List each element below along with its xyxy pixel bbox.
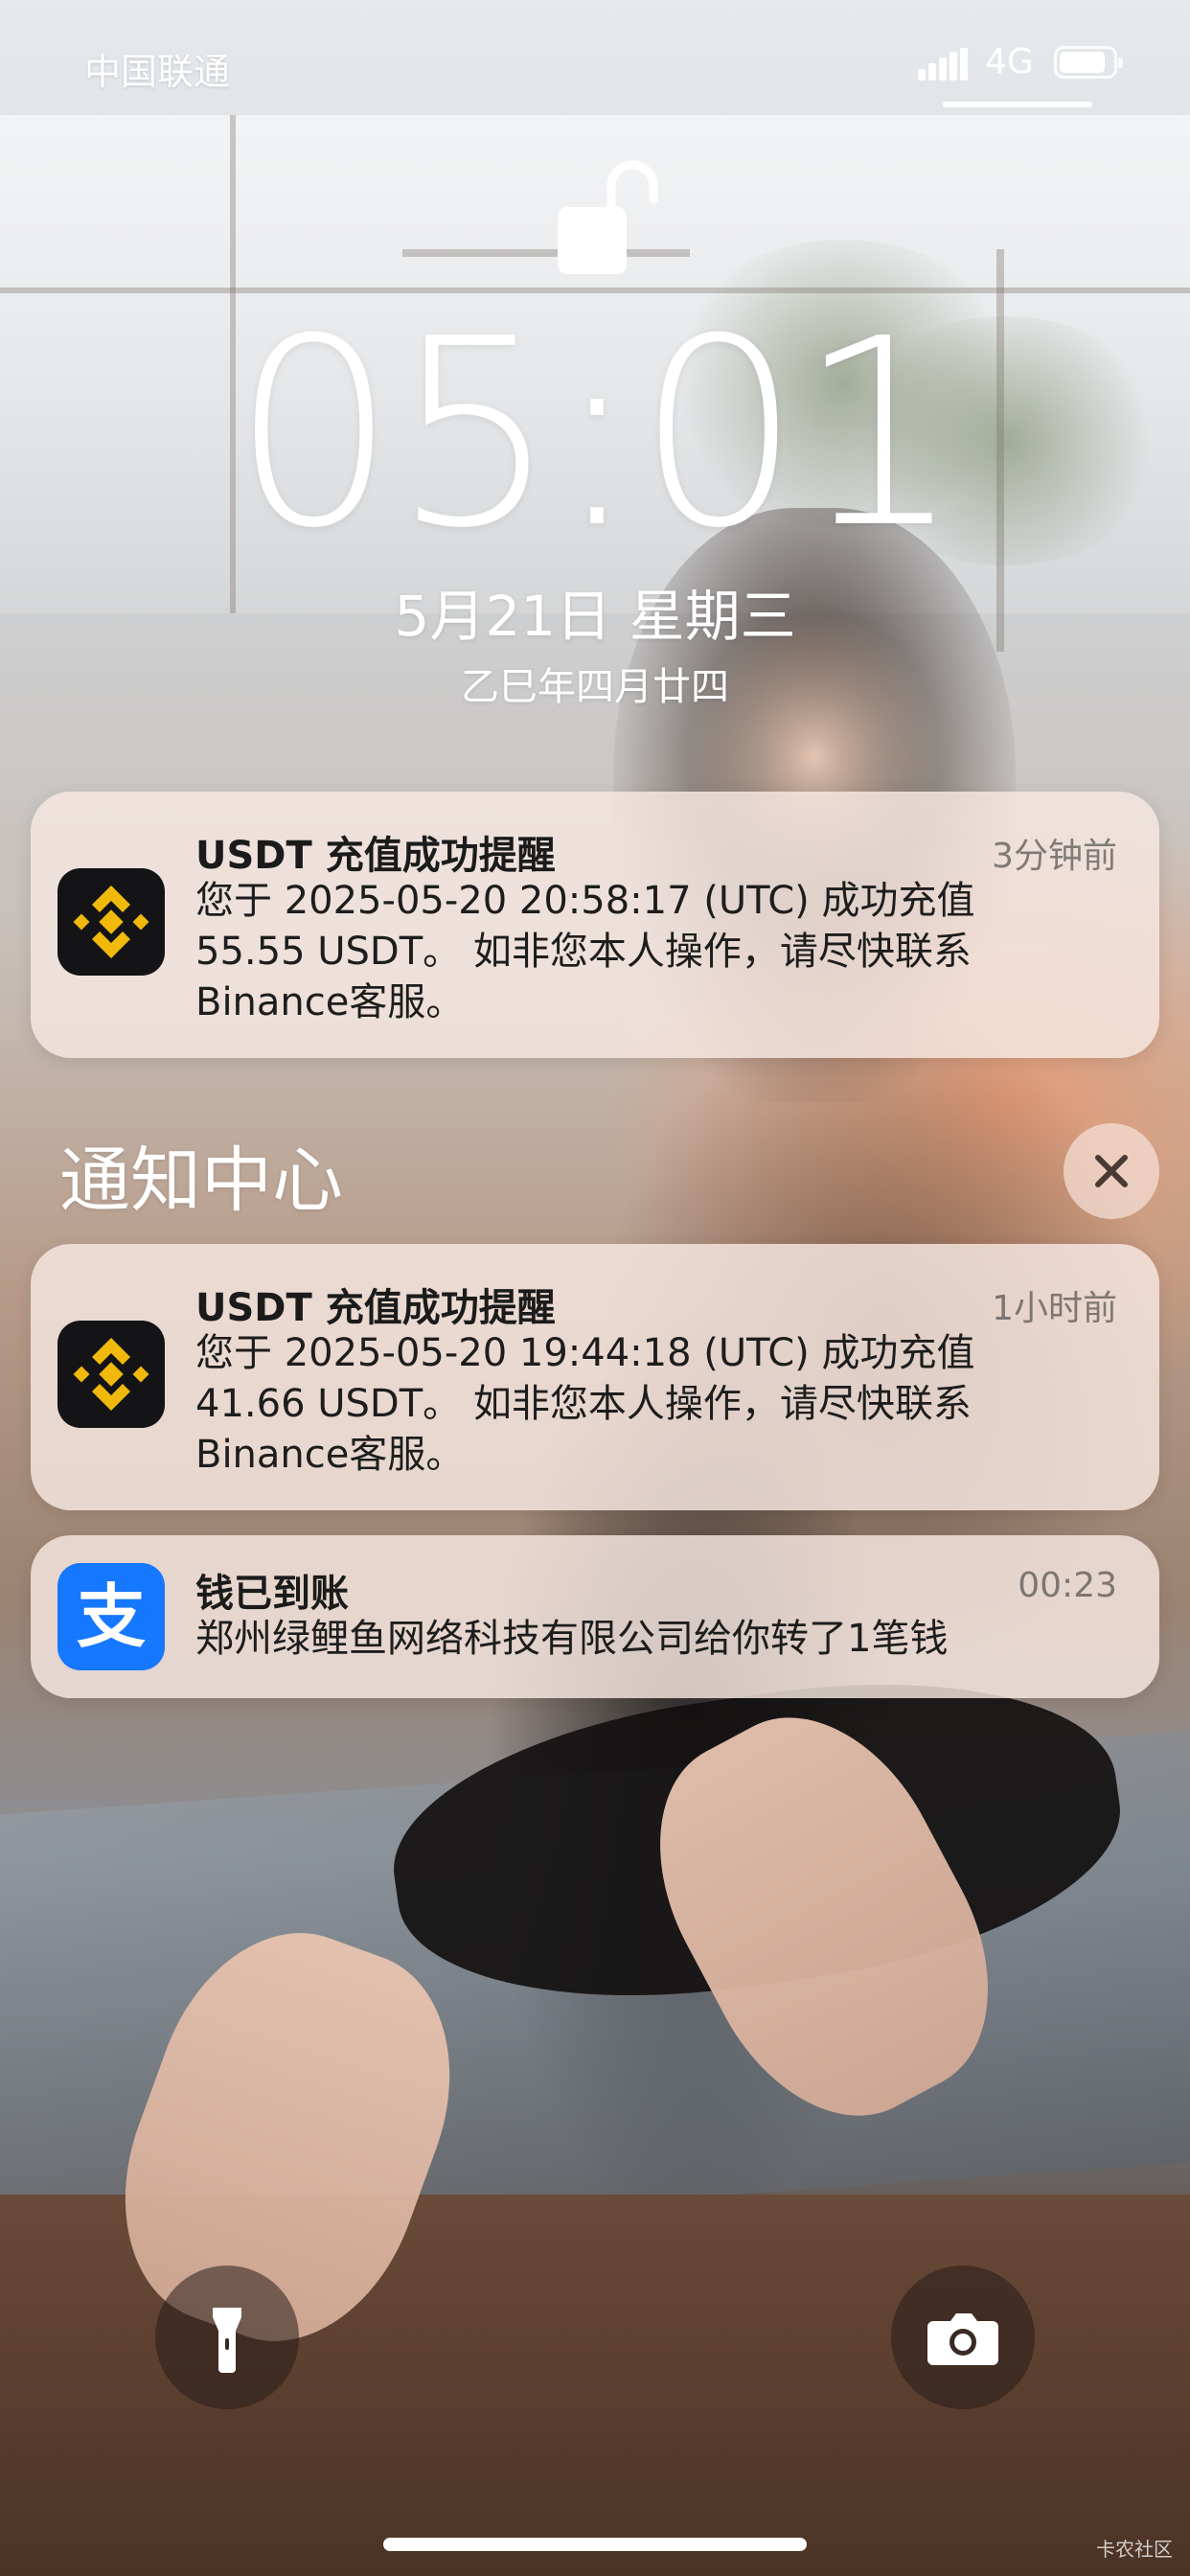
binance-icon — [57, 1321, 165, 1428]
notification-time: 00:23 — [1018, 1566, 1117, 1605]
alipay-glyph: 支 — [76, 1576, 146, 1657]
notification-body-line: 55.55 USDT。 如非您本人操作，请尽快联系 — [195, 930, 972, 974]
signal-icon — [918, 48, 968, 80]
notification-body: 您于 2025-05-20 20:58:17 (UTC) 成功充值 55.55 … — [195, 876, 1121, 1028]
notification-title: USDT 充值成功提醒 — [195, 1286, 556, 1330]
watermark: 卡农社区 — [1096, 2538, 1173, 2561]
lock-clock: 05:01 — [231, 283, 962, 585]
flashlight-button[interactable] — [155, 2266, 299, 2409]
camera-button[interactable] — [891, 2266, 1035, 2409]
unlocked-padlock-icon — [558, 160, 658, 274]
notification-usdt-older[interactable]: USDT 充值成功提醒 1小时前 您于 2025-05-20 19:44:18 … — [31, 1244, 1159, 1510]
alipay-icon: 支 — [57, 1563, 165, 1670]
notification-center-title: 通知中心 — [59, 1139, 343, 1222]
notification-body-line: Binance客服。 — [195, 1433, 465, 1477]
close-icon — [1095, 1155, 1128, 1187]
notification-usdt-recent[interactable]: USDT 充值成功提醒 3分钟前 您于 2025-05-20 20:58:17 … — [31, 792, 1159, 1058]
lock-date: 5月21日 星期三 — [394, 584, 796, 649]
battery-icon — [1054, 46, 1123, 79]
lunar-date: 乙巳年四月廿四 — [461, 665, 729, 709]
notification-body-line: 41.66 USDT。 如非您本人操作，请尽快联系 — [195, 1382, 972, 1426]
notification-title: USDT 充值成功提醒 — [195, 834, 556, 878]
notification-body: 郑州绿鲤鱼网络科技有限公司给你转了1笔钱 — [195, 1614, 1121, 1665]
lock-screen: 中国联通 4G 05:01 5月21日 星期三 乙巳年四月廿四 USDT 充值成… — [0, 0, 1190, 2576]
notification-body-line: 郑州绿鲤鱼网络科技有限公司给你转了1笔钱 — [195, 1617, 949, 1661]
notification-alipay[interactable]: 支 钱已到账 00:23 郑州绿鲤鱼网络科技有限公司给你转了1笔钱 — [31, 1535, 1159, 1698]
binance-icon — [57, 868, 165, 976]
flashlight-icon — [213, 2308, 241, 2373]
network-type-label: 4G — [985, 42, 1034, 81]
notification-body-line: 您于 2025-05-20 19:44:18 (UTC) 成功充值 — [195, 1331, 975, 1375]
clear-notifications-button[interactable] — [1064, 1123, 1159, 1219]
home-indicator[interactable] — [383, 2538, 807, 2551]
notification-body-line: 您于 2025-05-20 20:58:17 (UTC) 成功充值 — [195, 879, 975, 923]
control-center-indicator[interactable] — [943, 102, 1092, 107]
notification-body: 您于 2025-05-20 19:44:18 (UTC) 成功充值 41.66 … — [195, 1328, 1121, 1481]
notification-body-line: Binance客服。 — [195, 980, 465, 1024]
camera-icon — [927, 2313, 998, 2365]
notification-title: 钱已到账 — [195, 1572, 349, 1616]
notification-time: 3分钟前 — [992, 837, 1117, 876]
carrier-label: 中国联通 — [84, 51, 231, 93]
notification-time: 1小时前 — [992, 1289, 1117, 1328]
